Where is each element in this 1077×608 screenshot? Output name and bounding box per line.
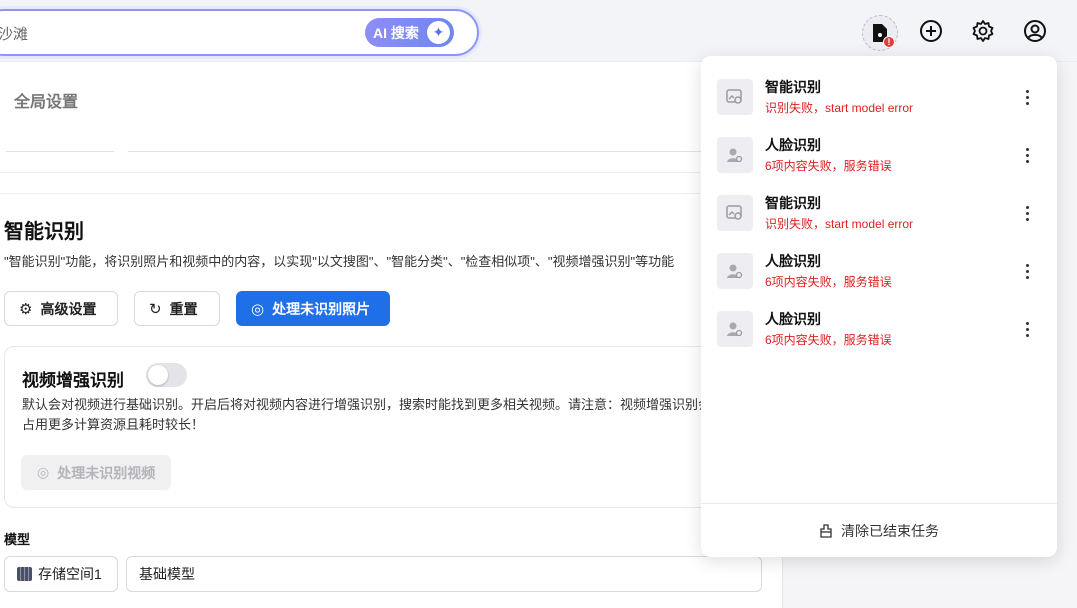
page-title: 全局设置 xyxy=(14,94,79,111)
sparkle-icon: ✦ xyxy=(427,21,450,44)
tab-underline xyxy=(128,151,728,152)
model-select[interactable]: 基础模型 xyxy=(126,556,762,592)
search-box[interactable]: 沙滩 AI 搜索 ✦ xyxy=(0,9,479,56)
task-item[interactable]: 人脸识别 6项内容失败，服务错误 xyxy=(717,249,1047,295)
advanced-settings-label: 高级设置 xyxy=(40,300,97,317)
task-status: 识别失败，start model error xyxy=(765,101,914,115)
advanced-settings-button[interactable]: ⚙ 高级设置 xyxy=(4,291,118,326)
task-status: 6项内容失败，服务错误 xyxy=(765,159,892,173)
process-videos-button[interactable]: ◎ 处理未识别视频 xyxy=(21,455,172,490)
tab-underline xyxy=(6,151,114,152)
video-enhance-description: 默认会对视频进行基础识别。开启后将对视频内容进行增强识别，搜索时能找到更多相关视… xyxy=(22,397,712,432)
search-input[interactable]: 沙滩 xyxy=(0,23,28,44)
divider xyxy=(0,172,740,173)
more-icon[interactable] xyxy=(1019,143,1035,167)
image-search-icon xyxy=(717,195,753,231)
task-title: 智能识别 xyxy=(765,79,821,95)
task-item[interactable]: 智能识别 识别失败，start model error xyxy=(717,191,1047,237)
task-status: 识别失败，start model error xyxy=(765,217,914,231)
top-bar: 沙滩 AI 搜索 ✦ ! xyxy=(0,0,1077,62)
divider xyxy=(0,193,740,194)
task-title: 人脸识别 xyxy=(765,311,821,327)
face-search-icon xyxy=(717,253,753,289)
reset-button[interactable]: ↻ 重置 xyxy=(134,291,220,326)
model-label: 模型 xyxy=(4,532,31,547)
task-popup: 智能识别 识别失败，start model error 人脸识别 6项内容失败，… xyxy=(701,56,1057,557)
video-enhance-card: 视频增强识别 默认会对视频进行基础识别。开启后将对视频内容进行增强识别，搜索时能… xyxy=(4,346,744,508)
user-circle-icon xyxy=(1024,20,1046,42)
check-circle-icon: ◎ xyxy=(37,464,50,480)
gear-icon xyxy=(972,20,994,42)
task-title: 人脸识别 xyxy=(765,137,821,153)
clear-finished-tasks-label: 清除已结束任务 xyxy=(841,522,939,539)
settings-button[interactable] xyxy=(969,17,997,45)
settings-main: 全局设置 智能识别 "智能识别"功能，将识别照片和视频中的内容，以实现"以文搜图… xyxy=(0,62,783,608)
video-enhance-toggle[interactable] xyxy=(146,363,187,387)
more-icon[interactable] xyxy=(1019,201,1035,225)
process-photos-label: 处理未识别照片 xyxy=(272,300,371,317)
section-title: 智能识别 xyxy=(4,221,84,243)
model-value: 基础模型 xyxy=(139,566,195,582)
storage-label: 存储空间1 xyxy=(38,566,102,582)
task-status: 6项内容失败，服务错误 xyxy=(765,333,892,347)
more-icon[interactable] xyxy=(1019,85,1035,109)
account-button[interactable] xyxy=(1021,17,1049,45)
task-item[interactable]: 智能识别 识别失败，start model error xyxy=(717,75,1047,121)
storage-select[interactable]: 存储空间1 xyxy=(4,556,118,592)
task-item[interactable]: 人脸识别 6项内容失败，服务错误 xyxy=(717,307,1047,353)
plus-circle-icon xyxy=(920,20,942,42)
gear-icon: ⚙ xyxy=(19,300,33,318)
process-videos-label: 处理未识别视频 xyxy=(57,464,156,481)
broom-icon xyxy=(820,523,832,538)
image-search-icon xyxy=(717,79,753,115)
storage-icon xyxy=(17,567,32,581)
check-circle-icon: ◎ xyxy=(251,300,265,318)
toggle-knob xyxy=(148,365,168,385)
ai-search-label: AI 搜索 xyxy=(373,24,419,41)
task-item[interactable]: 人脸识别 6项内容失败，服务错误 xyxy=(717,133,1047,179)
task-title: 智能识别 xyxy=(765,195,821,211)
ai-search-button[interactable]: AI 搜索 ✦ xyxy=(365,18,454,47)
clear-finished-tasks-button[interactable]: 清除已结束任务 xyxy=(701,504,1057,557)
more-icon[interactable] xyxy=(1019,317,1035,341)
refresh-icon: ↻ xyxy=(149,300,162,318)
process-photos-button[interactable]: ◎ 处理未识别照片 xyxy=(236,291,390,326)
more-icon[interactable] xyxy=(1019,259,1035,283)
section-description: "智能识别"功能，将识别照片和视频中的内容，以实现"以文搜图"、"智能分类"、"… xyxy=(4,254,675,269)
task-title: 人脸识别 xyxy=(765,253,821,269)
reset-label: 重置 xyxy=(169,300,198,317)
add-button[interactable] xyxy=(917,17,945,45)
face-search-icon xyxy=(717,137,753,173)
task-button[interactable]: ! xyxy=(862,15,898,51)
task-error-badge: ! xyxy=(883,36,895,48)
face-search-icon xyxy=(717,311,753,347)
video-enhance-title: 视频增强识别 xyxy=(22,371,124,390)
task-status: 6项内容失败，服务错误 xyxy=(765,275,892,289)
